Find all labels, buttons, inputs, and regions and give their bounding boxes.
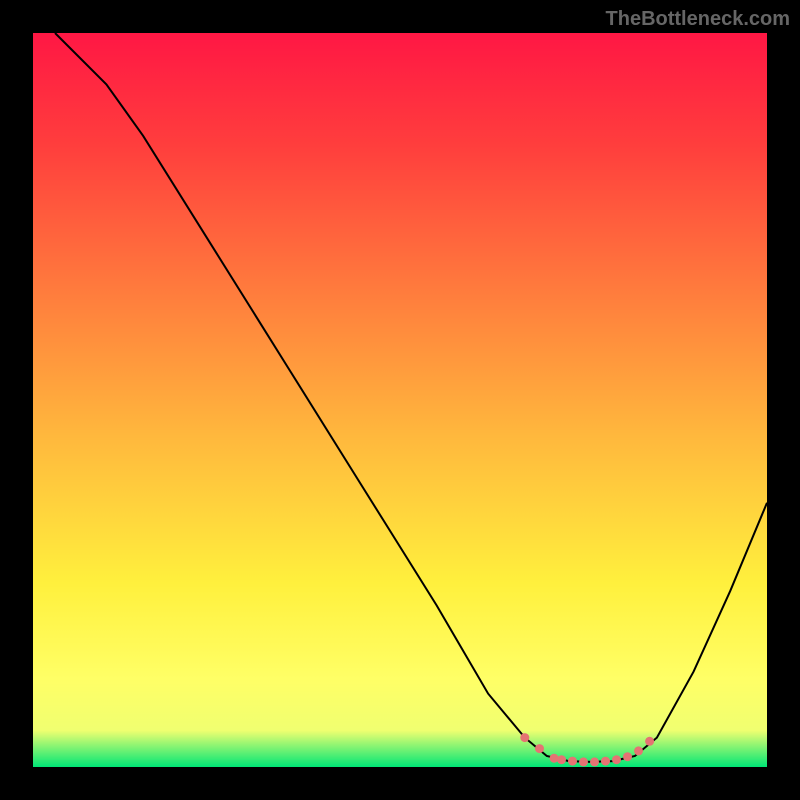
- sweet-spot-dot: [550, 754, 559, 763]
- sweet-spot-dot: [557, 755, 566, 764]
- sweet-spot-dot: [612, 755, 621, 764]
- sweet-spot-dot: [623, 752, 632, 761]
- sweet-spot-dot: [645, 737, 654, 746]
- sweet-spot-dot: [535, 744, 544, 753]
- sweet-spot-dot: [579, 757, 588, 766]
- sweet-spot-dot: [634, 746, 643, 755]
- sweet-spot-dot: [568, 757, 577, 766]
- chart-background: [33, 33, 767, 767]
- bottleneck-chart: [0, 0, 800, 800]
- sweet-spot-dot: [520, 733, 529, 742]
- sweet-spot-dot: [590, 757, 599, 766]
- watermark-text: TheBottleneck.com: [606, 8, 790, 31]
- sweet-spot-dot: [601, 757, 610, 766]
